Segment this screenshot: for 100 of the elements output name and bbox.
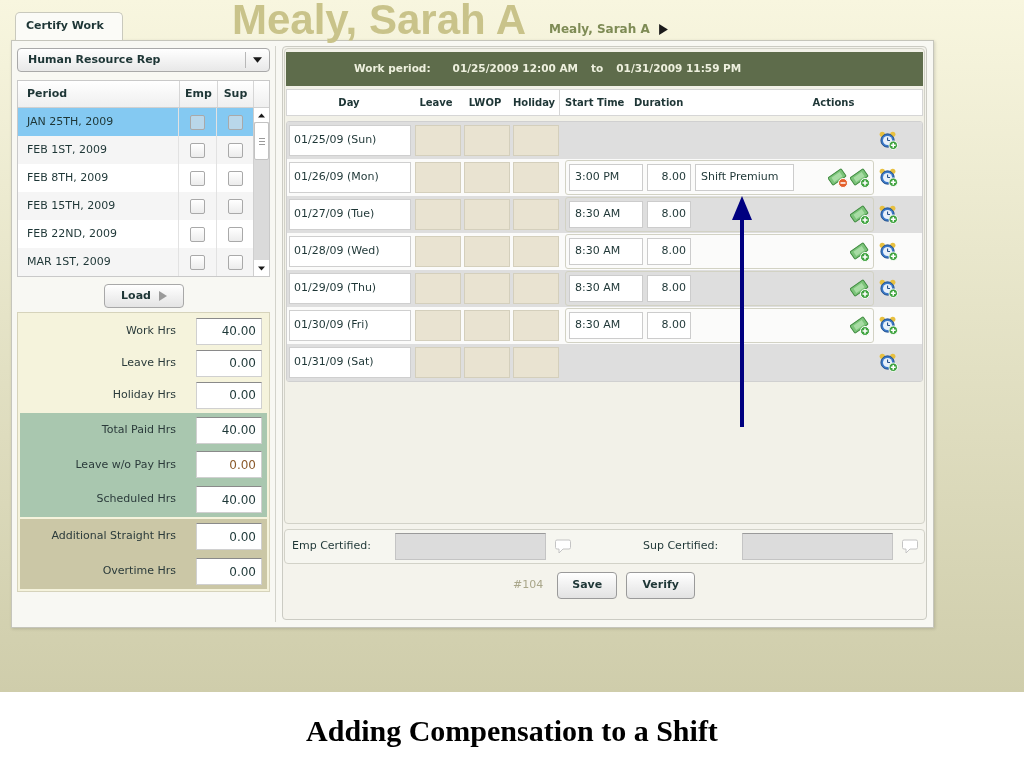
scrollbar-track[interactable]	[253, 108, 269, 276]
holiday-field[interactable]	[513, 273, 559, 304]
checkbox[interactable]	[190, 170, 205, 186]
lwop-field[interactable]	[464, 273, 510, 304]
alarm-clock-plus-icon[interactable]	[879, 205, 898, 224]
alarm-clock-plus-icon[interactable]	[879, 168, 898, 187]
period-row[interactable]: FEB 1ST, 2009	[18, 136, 253, 164]
banknote-plus-icon[interactable]	[850, 315, 870, 336]
certify-work-tab[interactable]: Certify Work	[15, 12, 123, 40]
banknote-plus-icon[interactable]	[850, 204, 870, 225]
compensation-field[interactable]: Shift Premium	[695, 164, 794, 191]
start-time-field[interactable]: 3:00 PM	[569, 164, 643, 191]
holiday-field[interactable]	[513, 199, 559, 230]
hours-field[interactable]: 0.00	[196, 523, 262, 550]
lwop-field[interactable]	[464, 162, 510, 193]
alarm-clock-plus-icon[interactable]	[879, 279, 898, 298]
scrollbar-thumb[interactable]	[254, 122, 269, 160]
hours-field[interactable]: 0.00	[196, 558, 262, 585]
lwop-field[interactable]	[464, 310, 510, 341]
day-field[interactable]: 01/31/09 (Sat)	[289, 347, 411, 378]
checkbox[interactable]	[227, 170, 243, 186]
column-header[interactable]: Sup	[223, 85, 248, 103]
load-button[interactable]: Load	[104, 284, 184, 308]
start-time-field[interactable]: 8:30 AM	[569, 312, 643, 339]
lwop-field[interactable]	[464, 347, 510, 378]
day-field[interactable]: 01/28/09 (Wed)	[289, 236, 411, 267]
checkbox[interactable]	[227, 226, 243, 242]
hours-label: Work Hrs	[126, 322, 176, 339]
alarm-clock-plus-icon[interactable]	[879, 131, 898, 150]
start-time-field[interactable]: 8:30 AM	[569, 238, 643, 265]
start-time-field[interactable]: 8:30 AM	[569, 275, 643, 302]
holiday-field[interactable]	[513, 125, 559, 156]
action-button[interactable]: Save	[557, 572, 618, 599]
leave-field[interactable]	[415, 199, 461, 230]
banknote-plus-icon[interactable]	[850, 241, 870, 262]
period-row[interactable]: MAR 1ST, 2009	[18, 248, 253, 276]
banknote-minus-icon[interactable]	[828, 167, 848, 188]
hours-field[interactable]: 0.00	[196, 381, 262, 409]
speech-bubble-icon[interactable]	[555, 539, 571, 554]
checkbox[interactable]	[190, 198, 205, 214]
holiday-field[interactable]	[513, 310, 559, 341]
day-field[interactable]: 01/29/09 (Thu)	[289, 273, 411, 304]
period-row[interactable]: JAN 25TH, 2009	[18, 108, 253, 136]
role-dropdown[interactable]: Human Resource Rep	[17, 48, 270, 72]
day-field[interactable]: 01/25/09 (Sun)	[289, 125, 411, 156]
leave-field[interactable]	[415, 273, 461, 304]
leave-field[interactable]	[415, 236, 461, 267]
duration-field[interactable]: 8.00	[647, 275, 691, 302]
alarm-clock-plus-icon[interactable]	[879, 316, 898, 335]
duration-field[interactable]: 8.00	[647, 201, 691, 228]
lwop-field[interactable]	[464, 199, 510, 230]
checkbox[interactable]	[190, 142, 205, 158]
scroll-up-button[interactable]	[254, 108, 269, 122]
checkbox[interactable]	[227, 198, 243, 214]
leave-field[interactable]	[415, 162, 461, 193]
day-field[interactable]: 01/27/09 (Tue)	[289, 199, 411, 230]
emp-certified-field[interactable]	[395, 533, 546, 560]
period-row[interactable]: FEB 15TH, 2009	[18, 192, 253, 220]
banknote-plus-icon[interactable]	[850, 167, 870, 188]
checkbox[interactable]	[227, 142, 243, 158]
start-time-field[interactable]: 8:30 AM	[569, 201, 643, 228]
holiday-field[interactable]	[513, 236, 559, 267]
scroll-down-button[interactable]	[254, 260, 269, 276]
work-period-label: Work period:	[354, 61, 431, 77]
hours-label: Scheduled Hrs	[96, 491, 176, 508]
holiday-field[interactable]	[513, 347, 559, 378]
checkbox[interactable]	[227, 254, 243, 270]
alarm-clock-plus-icon[interactable]	[879, 353, 898, 372]
day-field[interactable]: 01/26/09 (Mon)	[289, 162, 411, 193]
column-header: Duration	[634, 96, 684, 110]
lwop-field[interactable]	[464, 236, 510, 267]
column-header[interactable]: Emp	[185, 85, 212, 103]
hours-field[interactable]: 40.00	[196, 317, 262, 345]
lwop-field[interactable]	[464, 125, 510, 156]
period-label: FEB 22ND, 2009	[27, 225, 117, 242]
holiday-field[interactable]	[513, 162, 559, 193]
duration-field[interactable]: 8.00	[647, 164, 691, 191]
checkbox[interactable]	[227, 114, 243, 130]
hours-field[interactable]: 40.00	[196, 416, 262, 444]
column-header: Day	[338, 96, 360, 110]
checkbox[interactable]	[190, 254, 205, 270]
leave-field[interactable]	[415, 310, 461, 341]
duration-field[interactable]: 8.00	[647, 238, 691, 265]
banknote-plus-icon[interactable]	[850, 278, 870, 299]
duration-field[interactable]: 8.00	[647, 312, 691, 339]
leave-field[interactable]	[415, 125, 461, 156]
period-label: FEB 8TH, 2009	[27, 169, 109, 186]
leave-field[interactable]	[415, 347, 461, 378]
hours-label: Holiday Hrs	[112, 386, 176, 403]
action-button[interactable]: Verify	[626, 572, 696, 599]
hours-field[interactable]: 0.00	[196, 349, 262, 377]
checkbox[interactable]	[190, 114, 205, 130]
hours-field[interactable]: 0.00	[196, 451, 262, 479]
column-header[interactable]: Period	[27, 85, 68, 103]
sup-certified-field[interactable]	[742, 533, 893, 560]
alarm-clock-plus-icon[interactable]	[879, 242, 898, 261]
day-field[interactable]: 01/30/09 (Fri)	[289, 310, 411, 341]
hours-field[interactable]: 40.00	[196, 486, 262, 514]
checkbox[interactable]	[190, 226, 205, 242]
speech-bubble-icon[interactable]	[902, 539, 918, 554]
